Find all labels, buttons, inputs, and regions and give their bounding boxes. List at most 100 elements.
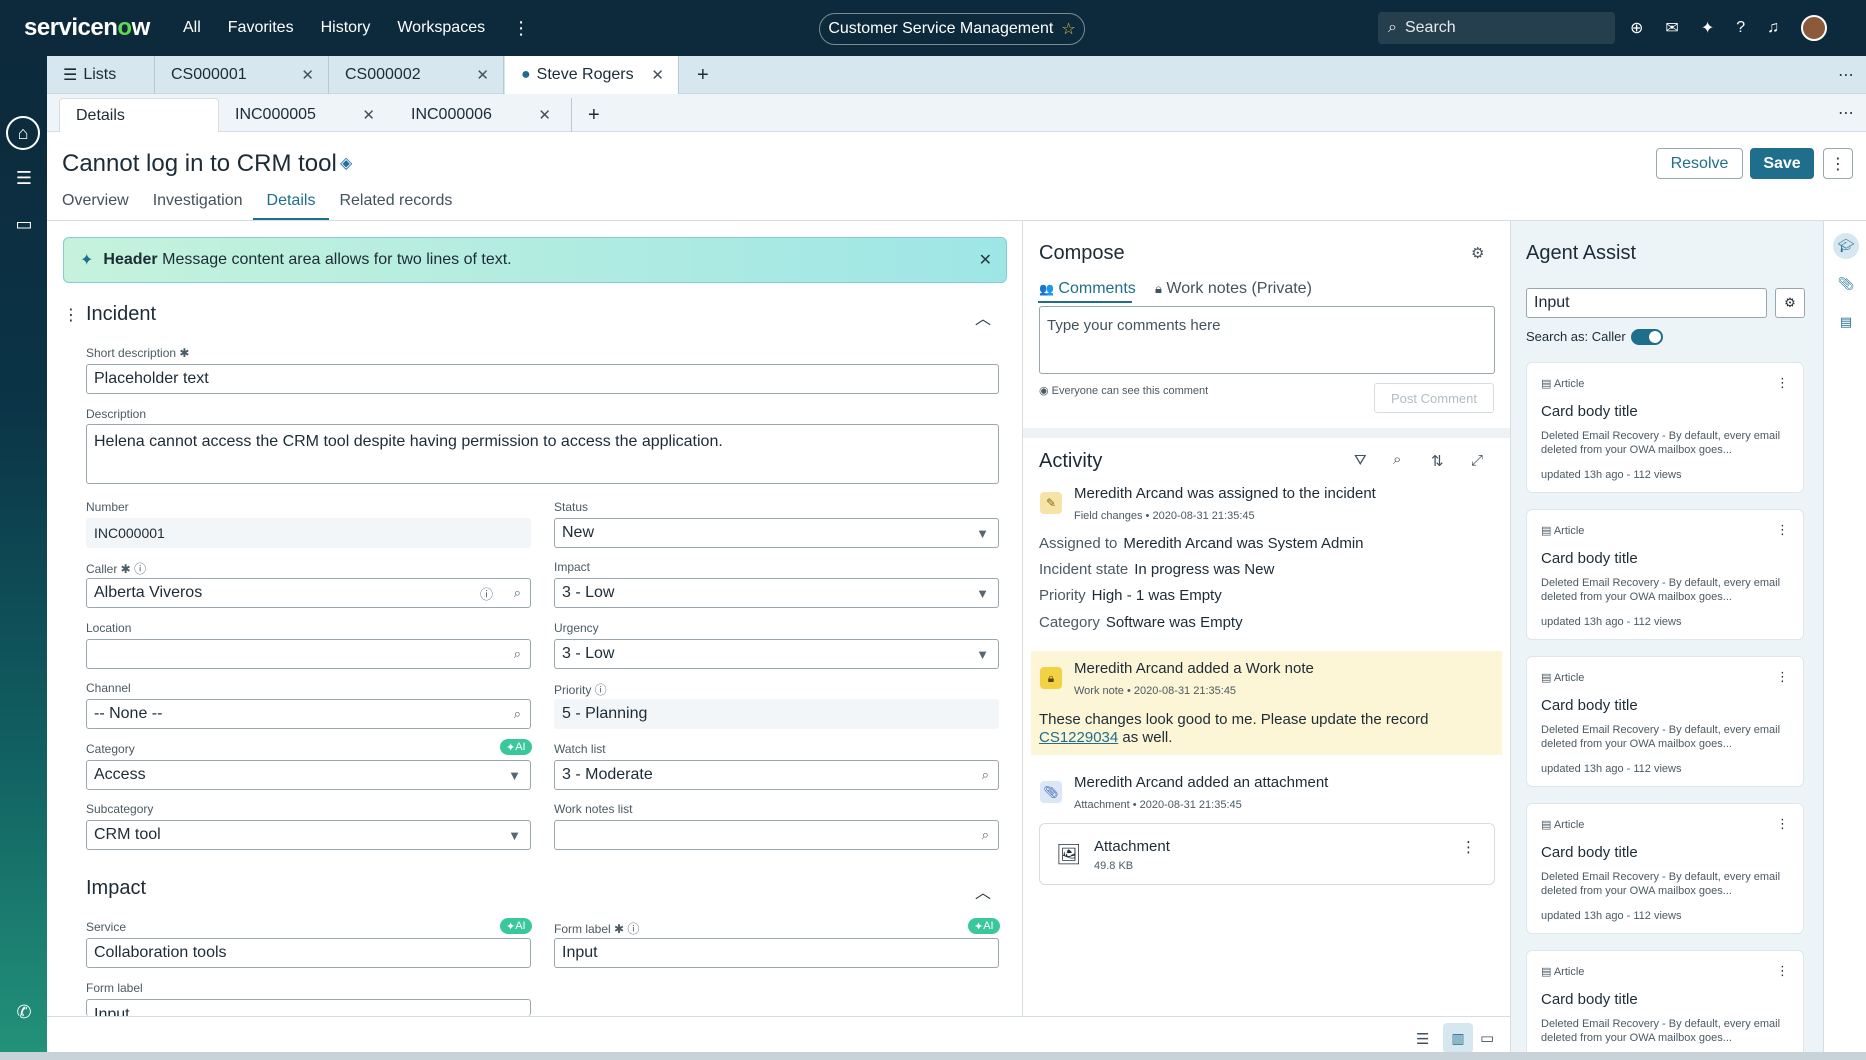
service-field[interactable]: Collaboration tools	[86, 938, 531, 968]
card-menu-icon[interactable]: ⋮	[1776, 816, 1789, 832]
chat-icon[interactable]: ✉	[1665, 18, 1678, 38]
attachment-menu-icon[interactable]: ⋮	[1461, 838, 1476, 856]
article-card[interactable]: ▤ Article ⋮ Card body title Deleted Emai…	[1526, 950, 1804, 1052]
bell-icon[interactable]: ♫	[1767, 19, 1779, 37]
globe-icon[interactable]: ⊕	[1630, 18, 1643, 38]
close-icon[interactable]: ✕	[651, 66, 664, 84]
nav-more-icon[interactable]: ⋮	[512, 18, 530, 39]
form-input-1[interactable]: Input	[554, 938, 999, 968]
search-as-toggle[interactable]	[1631, 329, 1663, 345]
nav-workspaces[interactable]: Workspaces	[397, 19, 485, 37]
tab-comments[interactable]: 👥 Comments	[1039, 280, 1136, 298]
nav-all[interactable]: All	[183, 19, 201, 37]
tab-overview[interactable]: Overview	[62, 192, 129, 221]
expand-icon[interactable]: ⤢	[1471, 452, 1483, 469]
close-icon[interactable]: ✕	[301, 66, 314, 84]
watch-list-field[interactable]: 3 - Moderate ⌕	[554, 760, 999, 790]
avatar[interactable]	[1801, 15, 1828, 41]
filter-settings-icon[interactable]: ⚙	[1775, 288, 1805, 318]
card-menu-icon[interactable]: ⋮	[1776, 963, 1789, 979]
inbox-icon[interactable]: ▭	[8, 208, 40, 240]
global-search[interactable]: ⌕ Search	[1378, 12, 1615, 44]
nav-history[interactable]: History	[321, 19, 371, 37]
number-field: INC000001	[86, 518, 531, 548]
more-icon[interactable]: ⋯	[1838, 65, 1854, 85]
sort-icon[interactable]: ⇅	[1431, 452, 1444, 470]
tag-icon[interactable]: ◈	[340, 153, 352, 173]
comment-input[interactable]: Type your comments here	[1039, 306, 1495, 374]
more-actions-button[interactable]: ⋮	[1823, 148, 1853, 179]
servicenow-logo[interactable]: servicenow	[24, 14, 150, 42]
search-icon: ⌕	[1388, 19, 1397, 36]
workspace-switcher[interactable]: Customer Service Management ☆	[819, 13, 1085, 45]
tab-cs000002[interactable]: CS000002 ✕	[329, 56, 504, 94]
tab-work-notes[interactable]: 🔒︎ Work notes (Private)	[1155, 280, 1312, 298]
paperclip-icon[interactable]: 📎︎	[1833, 271, 1859, 297]
article-card[interactable]: ▤ Article ⋮ Card body title Deleted Emai…	[1526, 803, 1804, 934]
filter-icon[interactable]: ⛛	[1354, 452, 1367, 469]
location-field[interactable]: ⌕	[86, 639, 531, 669]
tab-investigation[interactable]: Investigation	[153, 192, 243, 221]
short-description-field[interactable]: Placeholder text	[86, 364, 999, 394]
subcategory-select[interactable]: CRM tool ▼	[86, 820, 531, 850]
graduation-cap-icon[interactable]: 🎓︎	[1833, 233, 1859, 259]
single-view-icon[interactable]: ▭	[1480, 1029, 1494, 1047]
star-icon[interactable]: ☆	[1061, 19, 1075, 39]
caller-field[interactable]: Alberta Viveros ⓘ ⌕	[86, 578, 531, 608]
agent-assist-title: Agent Assist	[1526, 242, 1637, 264]
post-comment-button[interactable]: Post Comment	[1374, 383, 1494, 413]
close-icon[interactable]: ✕	[362, 106, 375, 124]
form-input-2[interactable]: Input	[86, 999, 531, 1016]
card-menu-icon[interactable]: ⋮	[1776, 522, 1789, 538]
category-select[interactable]: Access ▼	[86, 760, 531, 790]
split-view-icon[interactable]: ▥	[1443, 1023, 1473, 1053]
help-icon[interactable]: ?	[1736, 19, 1745, 37]
attachment-card[interactable]: 🖼︎ Attachment 49.8 KB ⋮	[1039, 823, 1495, 885]
tab-inc000006[interactable]: INC000006 ✕	[395, 98, 565, 132]
activity-entry-title: Meredith Arcand added a Work note	[1074, 660, 1314, 677]
close-icon[interactable]: ✕	[979, 250, 992, 270]
card-body: Deleted Email Recovery - By default, eve…	[1541, 430, 1781, 456]
settings-icon[interactable]: ⚙	[1471, 244, 1484, 262]
document-icon[interactable]: ▤	[1833, 309, 1859, 335]
tab-cs000001[interactable]: CS000001 ✕	[155, 56, 329, 94]
tab-steve-rogers[interactable]: ● Steve Rogers ✕	[505, 56, 679, 94]
list-icon[interactable]: ☰	[8, 162, 40, 194]
card-menu-icon[interactable]: ⋮	[1776, 375, 1789, 391]
list-view-icon[interactable]: ☰	[1416, 1030, 1429, 1048]
close-icon[interactable]: ✕	[538, 106, 551, 124]
home-icon[interactable]: ⌂	[6, 116, 40, 150]
search-icon[interactable]: ⌕	[1393, 451, 1401, 468]
nav-favorites[interactable]: Favorites	[228, 19, 294, 37]
image-icon: 🖼︎	[1056, 844, 1082, 866]
save-button[interactable]: Save	[1750, 148, 1814, 179]
status-label: Status	[554, 500, 589, 514]
add-tab-icon[interactable]: +	[571, 98, 611, 132]
article-card[interactable]: ▤ Article ⋮ Card body title Deleted Emai…	[1526, 656, 1804, 787]
record-link[interactable]: CS1229034	[1039, 729, 1118, 746]
section-menu-icon[interactable]: ⋮	[63, 305, 79, 325]
sparkle-icon[interactable]: ✦	[1701, 18, 1714, 38]
chevron-up-icon[interactable]: ︿	[975, 305, 991, 329]
tab-related-records[interactable]: Related records	[339, 192, 452, 221]
tab-inc000005[interactable]: INC000005 ✕	[219, 98, 389, 132]
urgency-select[interactable]: 3 - Low ▼	[554, 639, 999, 669]
tab-details[interactable]: Details	[59, 98, 219, 132]
chevron-up-icon[interactable]: ︿	[975, 879, 991, 903]
channel-field[interactable]: -- None -- ⌕	[86, 699, 531, 729]
tab-details-sub[interactable]: Details	[252, 192, 330, 221]
agent-assist-input[interactable]: Input	[1526, 288, 1767, 318]
card-menu-icon[interactable]: ⋮	[1776, 669, 1789, 685]
status-select[interactable]: New ▼	[554, 518, 999, 548]
impact-select[interactable]: 3 - Low ▼	[554, 578, 999, 608]
work-notes-list-field[interactable]: ⌕	[554, 820, 999, 850]
resolve-button[interactable]: Resolve	[1656, 148, 1743, 179]
article-card[interactable]: ▤ Article ⋮ Card body title Deleted Emai…	[1526, 509, 1804, 640]
more-icon[interactable]: ⋯	[1838, 103, 1854, 123]
add-tab-icon[interactable]: +	[681, 56, 721, 94]
article-card[interactable]: ▤ Article ⋮ Card body title Deleted Emai…	[1526, 362, 1804, 493]
description-field[interactable]: Helena cannot access the CRM tool despit…	[86, 424, 999, 484]
close-icon[interactable]: ✕	[476, 66, 489, 84]
phone-icon[interactable]: ✆	[8, 996, 40, 1028]
tab-lists[interactable]: ☰ Lists	[47, 56, 155, 94]
